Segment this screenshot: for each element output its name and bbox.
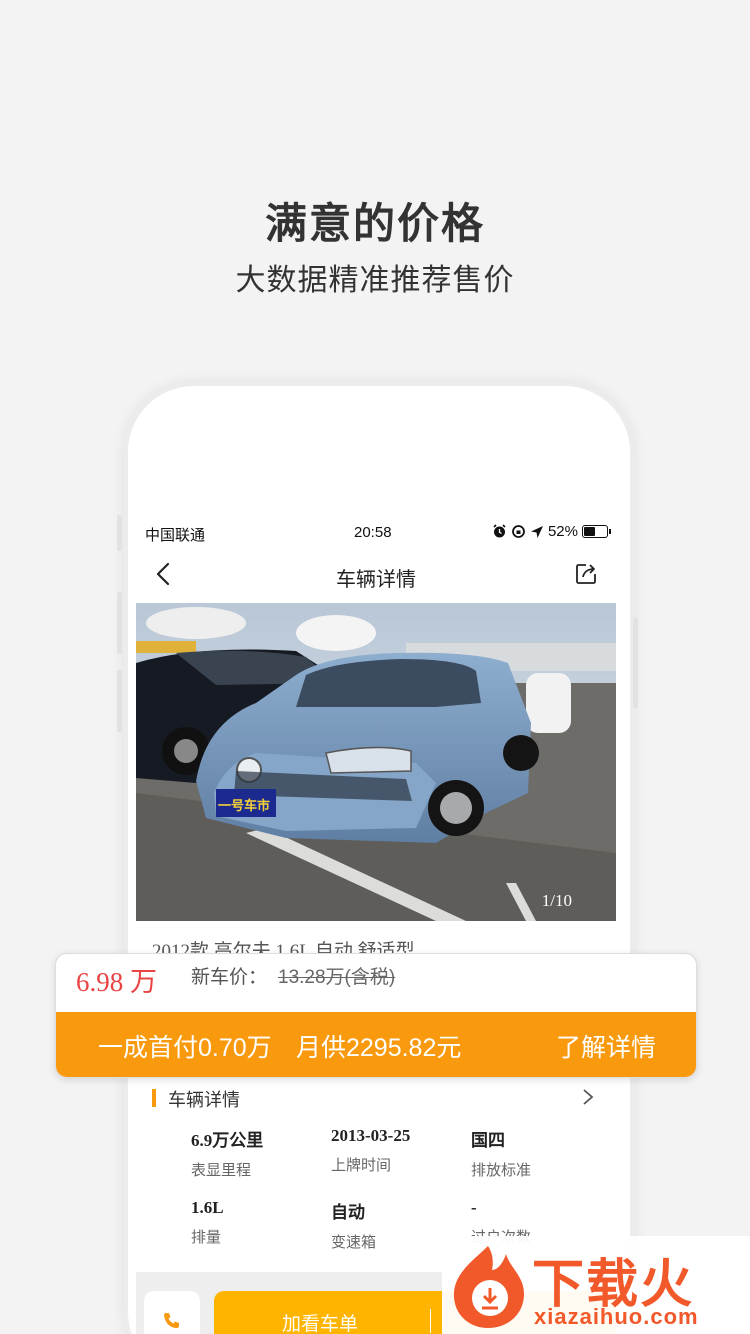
- down-payment: 一成首付0.70万: [98, 1034, 272, 1062]
- add-to-list-label: 加看车单: [282, 1314, 359, 1334]
- location-arrow-icon: [530, 525, 543, 538]
- new-car-price-label: 新车价：: [191, 967, 268, 988]
- clock: 20:58: [354, 524, 392, 541]
- watermark-logo: 下载火 xiazaihuo.com: [442, 1236, 750, 1334]
- alarm-icon: [493, 524, 506, 538]
- chevron-right-icon: [583, 1089, 594, 1105]
- status-bar: 中国联通 20:58 52%: [136, 520, 616, 546]
- spec-item: 国四 排放标准: [471, 1126, 531, 1180]
- phone-volume-up: [117, 592, 122, 654]
- spec-label: 表显里程: [191, 1162, 252, 1179]
- details-header-label: 车辆详情: [168, 1090, 240, 1110]
- spec-value: 自动: [331, 1203, 365, 1222]
- section-marker: [152, 1089, 156, 1107]
- monthly-payment: 月供2295.82元: [296, 1034, 462, 1062]
- spec-value: 1.6L: [191, 1198, 224, 1217]
- spec-label: 变速箱: [331, 1234, 377, 1251]
- spec-value: -: [471, 1198, 477, 1217]
- phone-power-button: [633, 618, 638, 708]
- new-car-price: 13.28万(含税): [278, 967, 396, 988]
- spec-item: 6.9万公里 表显里程: [191, 1126, 263, 1180]
- spec-label: 排放标准: [471, 1162, 532, 1179]
- call-button[interactable]: [144, 1291, 200, 1334]
- car-price: 6.98 万: [76, 967, 157, 997]
- carrier-label: 中国联通: [145, 527, 206, 544]
- battery-icon: [582, 525, 611, 538]
- app-screen: 中国联通 20:58 52% 车辆详情 一号车市 1/10 2012款 高尔夫 …: [136, 520, 616, 1334]
- price-card: 6.98 万 新车价： 13.28万(含税) 一成首付0.70万 月供2295.…: [55, 953, 697, 1078]
- spec-value: 2013-03-25: [331, 1126, 411, 1145]
- flame-logo-icon: [453, 1246, 524, 1328]
- spec-value: 6.9万公里: [191, 1131, 264, 1150]
- rotation-lock-icon: [512, 525, 525, 538]
- car-photo: [136, 603, 616, 921]
- finance-bar[interactable]: 一成首付0.70万 月供2295.82元 了解详情: [56, 1012, 696, 1077]
- plate-text: 一号车市: [218, 798, 271, 813]
- spec-value: 国四: [471, 1131, 505, 1150]
- phone-side-button: [117, 515, 122, 551]
- photo-counter: 1/10: [541, 891, 572, 910]
- spec-item: 2013-03-25 上牌时间: [331, 1126, 410, 1175]
- page-title: 车辆详情: [336, 569, 416, 591]
- promo-headline: 满意的价格: [264, 200, 485, 247]
- promo-subheadline: 大数据精准推荐售价: [235, 264, 515, 297]
- status-icons: 52%: [492, 523, 611, 540]
- battery-fill: [584, 527, 595, 536]
- details-section-header[interactable]: 车辆详情: [150, 1085, 600, 1115]
- learn-more-link[interactable]: 了解详情: [556, 1028, 656, 1064]
- nav-bar: 车辆详情: [136, 550, 616, 600]
- share-icon[interactable]: [574, 562, 598, 586]
- battery-percent: 52%: [547, 523, 578, 540]
- spec-item: 1.6L 排量: [191, 1198, 224, 1247]
- watermark-domain: xiazaihuo.com: [534, 1304, 699, 1329]
- phone-volume-down: [117, 670, 122, 732]
- cta-divider: [430, 1309, 431, 1333]
- spec-label: 上牌时间: [331, 1157, 392, 1174]
- spec-item: 自动 变速箱: [331, 1198, 376, 1252]
- spec-label: 排量: [191, 1229, 222, 1246]
- phone-icon: [164, 1313, 179, 1328]
- car-photo-gallery[interactable]: 一号车市 1/10: [136, 603, 616, 921]
